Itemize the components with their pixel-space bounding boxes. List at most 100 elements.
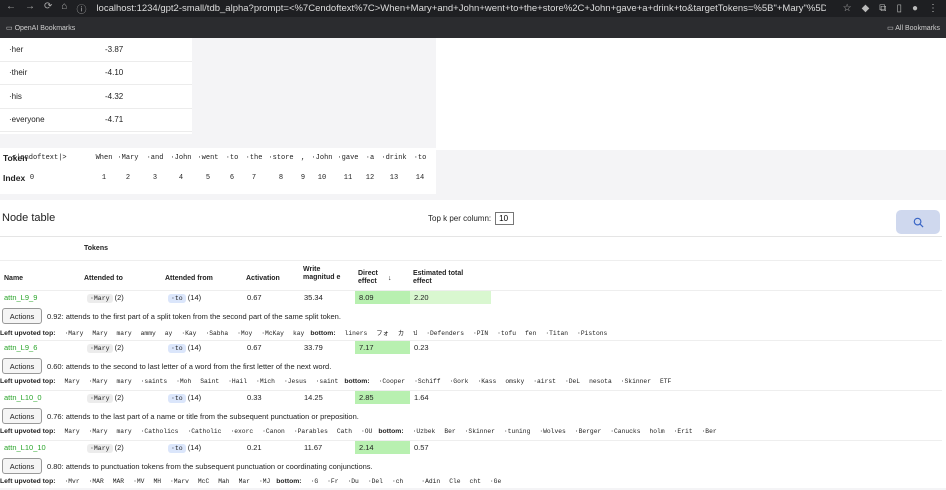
actions-button[interactable]: Actions [2,358,42,374]
attended-from-token[interactable]: ·to [168,294,186,303]
attended-from-cell: ·to (14) [168,393,201,403]
logit-row: ·their -4.10 [0,62,192,85]
write-magnitude-value: 33.79 [304,343,323,352]
actions-button[interactable]: Actions [2,408,42,424]
topk-input[interactable] [495,212,515,225]
bottom-token: ·Skinner [620,378,651,385]
attended-from-token[interactable]: ·to [168,444,186,453]
attended-from-token[interactable]: ·to [168,394,186,403]
logit-token: ·their [9,68,28,78]
top-token: ay [164,330,173,337]
activation-value: 0.33 [247,393,262,402]
bottom-token: ·Cooper [378,378,406,385]
top-token: Mary [64,378,80,385]
top-token: ·Canon [262,428,285,435]
top-token: ·Parables [293,428,328,435]
topk-control: Top k per column: [428,212,515,225]
logit-value: -4.10 [105,68,124,78]
attended-to-header[interactable]: Attended to [84,275,123,283]
top-token: ·Sabha [205,330,229,337]
address-bar[interactable]: localhost:1234/gpt2-small/tdb_alpha?prom… [96,3,826,14]
attended-to-token[interactable]: ·Mary [87,394,113,403]
all-bookmarks[interactable]: ▭ All Bookmarks [887,24,940,32]
actions-button[interactable]: Actions [2,458,42,474]
bottom-token: ·ch [391,478,404,485]
home-icon[interactable]: ⌂ [61,1,67,16]
site-info-icon[interactable]: ⓘ [76,1,86,16]
activation-header[interactable]: Activation [246,275,280,283]
top-token: ·MJ [258,478,271,485]
logit-row: ·everyone -4.71 [0,109,192,132]
logit-value: -3.87 [105,44,124,54]
tokens-group-header: Tokens [84,245,108,252]
attended-from-header[interactable]: Attended from [165,275,213,283]
attended-to-index: (2) [114,443,124,452]
bottom-token: Cle [449,478,461,485]
bookmark-folder-openai[interactable]: ▭ OpenAI Bookmarks [6,24,75,32]
direct-effect-header[interactable]: Direct effect [358,270,388,286]
puzzle-icon[interactable]: ⧉ [879,3,886,14]
upvoted-label: Left upvoted top: [0,378,56,385]
token-cell[interactable]: <|endoftext|> [12,154,67,162]
node-name-link[interactable]: attn_L9_9 [4,293,37,302]
search-button[interactable] [896,210,940,234]
browser-nav: ← → ⟳ ⌂ ⓘ [0,1,86,16]
attended-to-token[interactable]: ·Mary [87,294,113,303]
token-index: 14 [415,174,425,182]
token-cell[interactable]: ·to [400,154,440,162]
attended-to-index: (2) [114,343,124,352]
attended-from-index: (14) [187,293,202,302]
top-token: ammy [140,330,156,337]
bottom-token: ·Titan [545,330,569,337]
attended-from-token[interactable]: ·to [168,344,186,353]
node-name-link[interactable]: attn_L10_0 [4,393,42,402]
top-token: ·Catholic [187,428,222,435]
estimated-total-header[interactable]: Estimated total effect [413,270,483,286]
write-magnitude-header[interactable]: Write magnitud e [303,266,343,282]
menu-icon[interactable]: ⋮ [928,3,938,14]
upvoted-tokens-row: Left upvoted top: Mary ·Mary mary ·saints ·Mo… [0,378,942,390]
reload-icon[interactable]: ⟳ [44,1,52,16]
actions-button[interactable]: Actions [2,308,42,324]
bottom-label: bottom: [276,478,302,485]
table-row: attn_L10_0 ·Mary (2) ·to (14) 0.33 14.25 2.85… [0,391,942,404]
top-token: ·Mich [256,378,275,385]
bottom-token: ·Adin [421,478,441,485]
attended-to-token[interactable]: ·Mary [87,444,113,453]
top-token: ·Mvr [64,478,80,485]
bottom-label: bottom: [310,330,336,337]
top-token: ·Mary [88,378,108,385]
back-icon[interactable]: ← [6,1,16,16]
attended-from-index: (14) [187,343,202,352]
top-token: ·Moh [176,378,192,385]
actions-row: Actions 0.60: attends to the second to la… [0,357,942,376]
extension-icon[interactable]: ◆ [862,3,870,14]
attended-from-cell: ·to (14) [168,343,202,353]
write-magnitude-value: 14.25 [304,393,323,402]
direct-effect-value: 8.09 [359,293,374,302]
row-divider [0,390,942,391]
name-header[interactable]: Name [4,275,23,283]
bottom-token: ·Pistons [577,330,608,337]
bottom-token: ·Wolves [539,428,566,435]
bottom-token: カ [397,330,405,337]
top-token: ·Mary [88,428,108,435]
upvoted-tokens-row: Left upvoted top: ·Mary Mary mary ammy ay ·Kay… [0,328,942,340]
bookmarks-bar: ▭ OpenAI Bookmarks ▭ All Bookmarks [0,17,946,38]
table-row: attn_L9_9 ·Mary (2) ·to (14) 0.67 35.34 8.09 2… [0,291,942,304]
sort-desc-icon[interactable]: ↓ [388,275,392,283]
all-bookmarks-label: All Bookmarks [895,24,940,32]
top-token: Mary [64,428,80,435]
bookmark-star-icon[interactable]: ☆ [843,3,852,14]
sidebar-icon[interactable]: ▯ [896,3,902,14]
avatar[interactable]: ● [912,3,918,14]
top-token: Cath [336,428,352,435]
node-name-link[interactable]: attn_L10_10 [4,443,46,452]
forward-icon[interactable]: → [25,1,35,16]
top-token: ·Jesus [283,378,307,385]
logit-value: -4.71 [105,115,124,125]
bottom-token: フォ [376,330,389,337]
attended-to-token[interactable]: ·Mary [87,344,113,353]
logit-table: ·her -3.87 ·their -4.10 ·his -4.32 ·ever… [0,38,192,134]
node-name-link[interactable]: attn_L9_6 [4,343,37,352]
